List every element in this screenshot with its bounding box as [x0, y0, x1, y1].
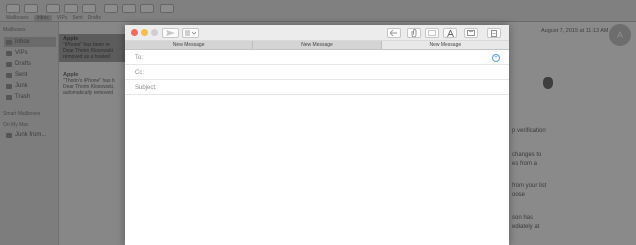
star-icon — [6, 50, 12, 56]
message-body-line: es from a — [512, 161, 538, 167]
sidebar-item-label: Drafts — [15, 61, 32, 67]
sidebar-item-junk[interactable]: Junk — [4, 81, 56, 91]
folder-icon — [6, 132, 12, 138]
message-preview: Dear Thorin Klosowski, automatically rem… — [63, 84, 115, 96]
list-item[interactable]: Apple "iPhone" has been re Dear Thorin K… — [59, 34, 125, 62]
avatar: A — [609, 24, 631, 46]
mailbox-sidebar: Mailboxes Inbox VIPs Drafts Sent Junk Tr… — [0, 22, 58, 245]
reply-button[interactable] — [387, 28, 401, 38]
sent-icon — [6, 72, 12, 78]
forward-button[interactable] — [140, 4, 154, 13]
list-dropdown-icon — [185, 30, 196, 36]
favorites-mailboxes[interactable]: Mailboxes — [6, 15, 29, 21]
inbox-icon — [6, 39, 12, 45]
send-button[interactable] — [162, 28, 179, 38]
cc-field-row: Cc: — [125, 66, 509, 80]
text-block-icon — [428, 30, 436, 36]
message-body-line: from your list — [512, 183, 547, 189]
junk-button[interactable] — [82, 4, 96, 13]
sidebar-section-smart: Smart Mailboxes — [3, 111, 41, 117]
reply-all-button[interactable] — [122, 4, 136, 13]
sidebar-item-sent[interactable]: Sent — [4, 70, 56, 80]
compose-window: New Message New Message New Message To: … — [125, 25, 509, 245]
cc-label: Cc: — [135, 69, 144, 76]
subject-label: Subject: — [135, 84, 157, 91]
cc-field[interactable] — [148, 66, 509, 79]
trash-icon — [6, 94, 12, 100]
sidebar-item-label: Inbox — [15, 39, 30, 45]
sidebar-item-vips[interactable]: VIPs — [4, 48, 56, 58]
favorites-vips[interactable]: VIPs — [57, 15, 68, 21]
paperclip-icon — [411, 29, 417, 37]
formatting-button[interactable] — [425, 28, 439, 38]
sidebar-item-junk-from[interactable]: Junk from... — [4, 130, 56, 140]
compose-titlebar — [125, 25, 509, 41]
tab-new-message-1[interactable]: New Message — [125, 41, 254, 49]
favorites-bar: Mailboxes Inbox VIPs Sent Drafts — [0, 14, 101, 22]
message-preview: Dear Thorin Klosowski removed as a trust… — [63, 48, 113, 60]
message-body-line: changes to — [512, 152, 542, 158]
reply-button[interactable] — [104, 4, 118, 13]
photo-icon — [467, 30, 475, 36]
message-detail: August 7, 2015 at 11:13 AM A p verificat… — [509, 22, 636, 245]
drafts-icon — [6, 61, 12, 67]
subject-field[interactable] — [160, 81, 509, 94]
sidebar-item-inbox[interactable]: Inbox — [4, 37, 56, 47]
message-body-line: oose — [512, 192, 526, 198]
favorites-drafts[interactable]: Drafts — [88, 15, 101, 21]
message-body-line: ediately at — [512, 224, 540, 230]
favorites-inbox[interactable]: Inbox — [33, 15, 52, 21]
photo-browser-button[interactable] — [464, 28, 478, 38]
reply-arrow-icon — [390, 30, 397, 36]
mail-toolbar: Mailboxes Inbox VIPs Sent Drafts — [0, 0, 636, 22]
apple-logo-icon — [543, 77, 553, 89]
message-body-editor[interactable] — [125, 95, 509, 245]
compose-button[interactable] — [24, 4, 38, 13]
sidebar-item-label: Trash — [15, 94, 31, 100]
tab-new-message-3[interactable]: New Message — [381, 41, 509, 49]
message-body-line: p verification — [512, 128, 546, 134]
sidebar-item-label: Junk from... — [15, 132, 47, 138]
archive-button[interactable] — [46, 4, 60, 13]
tab-new-message-2[interactable]: New Message — [253, 41, 382, 49]
to-label: To: — [135, 54, 144, 61]
close-window-button[interactable] — [131, 29, 138, 36]
sidebar-item-trash[interactable]: Trash — [4, 92, 56, 102]
sidebar-section-onmac: On My Mac — [3, 122, 29, 128]
message-list: Apple "iPhone" has been re Dear Thorin K… — [58, 22, 125, 245]
send-icon — [166, 30, 175, 36]
format-text-button[interactable] — [443, 28, 457, 38]
sidebar-item-label: Junk — [15, 83, 28, 89]
flag-button[interactable] — [160, 4, 174, 13]
sidebar-item-label: VIPs — [15, 50, 28, 56]
message-date: August 7, 2015 at 11:13 AM — [541, 28, 609, 34]
header-fields-button[interactable] — [182, 28, 199, 38]
document-icon — [491, 29, 497, 37]
sidebar-item-label: Sent — [15, 72, 28, 78]
minimize-window-button[interactable] — [141, 29, 148, 36]
zoom-window-button[interactable] — [151, 29, 158, 36]
font-letter-icon — [446, 29, 454, 37]
add-contact-icon[interactable]: + — [492, 54, 500, 62]
trash-button[interactable] — [64, 4, 78, 13]
stationery-button[interactable] — [487, 28, 501, 38]
list-item[interactable]: Apple "Thorin's iPhone" has b Dear Thori… — [59, 70, 125, 98]
to-field[interactable] — [147, 51, 509, 64]
message-body-line: son has — [512, 215, 534, 221]
subject-field-row: Subject: — [125, 81, 509, 95]
sidebar-section-mailboxes: Mailboxes — [3, 27, 26, 33]
junk-icon — [6, 83, 12, 89]
get-mail-button[interactable] — [6, 4, 20, 13]
sidebar-item-drafts[interactable]: Drafts — [4, 59, 56, 69]
attach-button[interactable] — [407, 28, 421, 38]
to-field-row: To: + — [125, 51, 509, 65]
favorites-sent[interactable]: Sent — [72, 15, 82, 21]
compose-tab-bar: New Message New Message New Message — [125, 41, 509, 50]
